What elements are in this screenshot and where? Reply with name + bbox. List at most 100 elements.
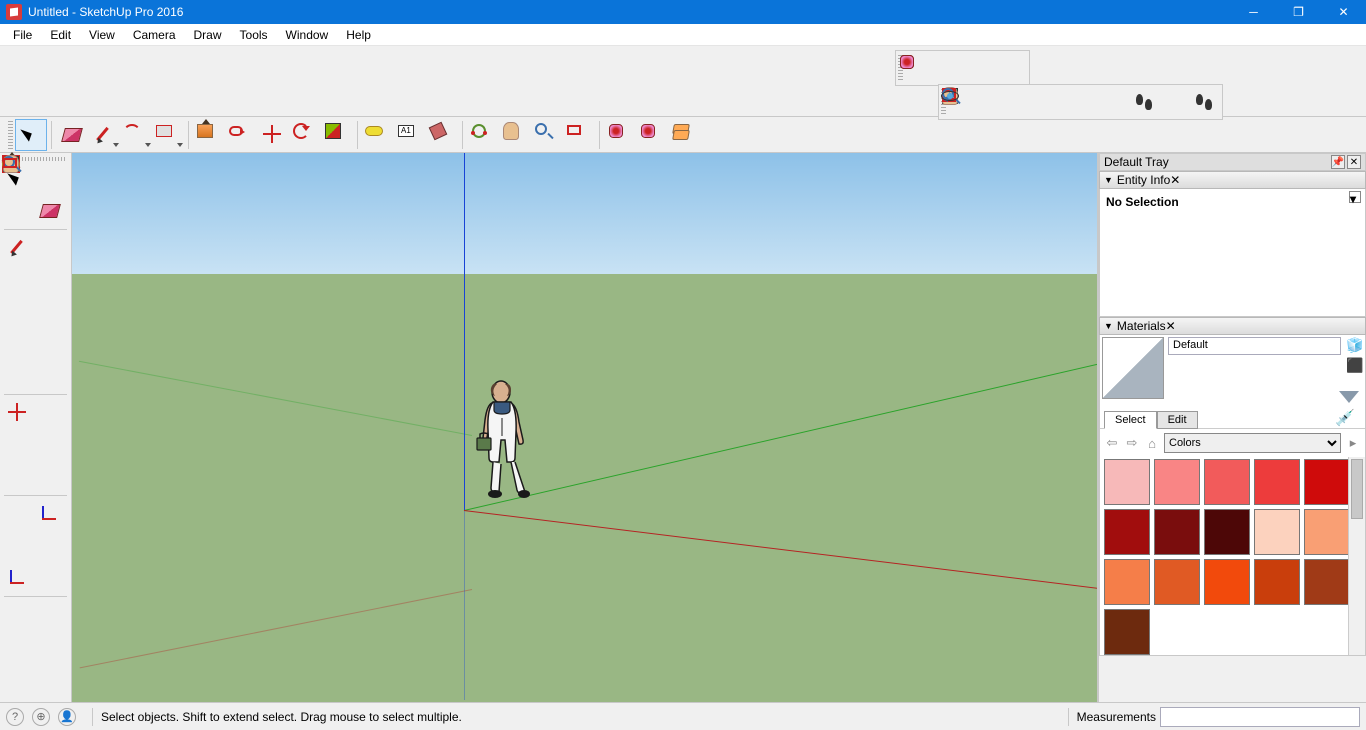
position-camera-icon[interactable] bbox=[1130, 87, 1160, 117]
line-tool[interactable] bbox=[88, 119, 120, 151]
color-swatch[interactable] bbox=[1304, 559, 1350, 605]
set-default-icon[interactable]: ⬛ bbox=[1346, 357, 1362, 373]
orbit-tool[interactable] bbox=[2, 599, 34, 631]
scale-tool[interactable] bbox=[321, 119, 353, 151]
rotate-tool[interactable] bbox=[289, 119, 321, 151]
home-icon[interactable]: ⌂ bbox=[1144, 436, 1160, 451]
followme-tool[interactable] bbox=[34, 429, 66, 461]
previous-view-icon[interactable] bbox=[1100, 87, 1130, 117]
pan-tool[interactable] bbox=[34, 599, 66, 631]
menu-edit[interactable]: Edit bbox=[41, 25, 80, 45]
color-swatch[interactable] bbox=[1204, 459, 1250, 505]
orbit-tool[interactable] bbox=[467, 119, 499, 151]
warehouse-get-icon[interactable] bbox=[937, 53, 967, 83]
select-tool[interactable] bbox=[15, 119, 47, 151]
pushpull-tool[interactable] bbox=[193, 119, 225, 151]
followme-tool[interactable] bbox=[225, 119, 257, 151]
tape-tool[interactable] bbox=[2, 498, 34, 530]
layers-tool[interactable] bbox=[668, 119, 700, 151]
rectangle-tool[interactable] bbox=[152, 119, 184, 151]
make-component[interactable] bbox=[34, 163, 66, 195]
color-swatch[interactable] bbox=[1204, 509, 1250, 555]
pushpull-tool[interactable] bbox=[34, 397, 66, 429]
tab-edit[interactable]: Edit bbox=[1157, 411, 1198, 429]
color-swatch[interactable] bbox=[1104, 509, 1150, 555]
zoom-extents-tool[interactable] bbox=[34, 631, 66, 663]
protractor-tool[interactable] bbox=[2, 530, 34, 562]
pan-icon[interactable] bbox=[980, 87, 1010, 117]
move-tool[interactable] bbox=[257, 119, 289, 151]
create-material-icon[interactable]: 🧊 bbox=[1346, 337, 1362, 353]
rotate-tool[interactable] bbox=[2, 429, 34, 461]
zoom-extents-icon[interactable] bbox=[1070, 87, 1100, 117]
pie-tool[interactable] bbox=[34, 360, 66, 392]
circle-tool[interactable] bbox=[2, 296, 34, 328]
arc-tool[interactable] bbox=[2, 328, 34, 360]
material-name-input[interactable]: Default bbox=[1168, 337, 1341, 355]
tab-select[interactable]: Select bbox=[1104, 411, 1157, 429]
paint-tool[interactable] bbox=[426, 119, 458, 151]
text-tool[interactable] bbox=[34, 530, 66, 562]
color-swatch[interactable] bbox=[1154, 459, 1200, 505]
tray-header[interactable]: Default Tray 📌 ✕ bbox=[1099, 153, 1366, 171]
entity-info-header[interactable]: ▼ Entity Info ✕ bbox=[1099, 171, 1366, 189]
help-icon[interactable]: ? bbox=[6, 708, 24, 726]
polygon-tool[interactable] bbox=[34, 296, 66, 328]
color-swatch[interactable] bbox=[1154, 509, 1200, 555]
offset-tool[interactable] bbox=[34, 461, 66, 493]
measurements-input[interactable] bbox=[1160, 707, 1360, 727]
color-swatch[interactable] bbox=[1104, 609, 1150, 655]
close-icon[interactable]: ✕ bbox=[1347, 155, 1361, 169]
walk-icon[interactable] bbox=[1190, 87, 1220, 117]
arc-tool[interactable] bbox=[120, 119, 152, 151]
close-icon[interactable]: ✕ bbox=[1170, 173, 1180, 187]
color-swatch[interactable] bbox=[1154, 559, 1200, 605]
pin-icon[interactable]: 📌 bbox=[1331, 155, 1345, 169]
zoom-window-icon[interactable] bbox=[1040, 87, 1070, 117]
warehouse-2[interactable] bbox=[636, 119, 668, 151]
maximize-button[interactable]: ❐ bbox=[1276, 0, 1321, 24]
menu-window[interactable]: Window bbox=[277, 25, 338, 45]
eraser-tool[interactable] bbox=[34, 195, 66, 227]
nav-back-icon[interactable]: ⇦ bbox=[1104, 435, 1120, 451]
warehouse-share-icon[interactable] bbox=[967, 53, 997, 83]
menu-draw[interactable]: Draw bbox=[185, 25, 231, 45]
warehouse-ext-icon[interactable] bbox=[997, 53, 1027, 83]
paint-bucket[interactable] bbox=[2, 195, 34, 227]
details-menu-icon[interactable]: ▸ bbox=[1345, 435, 1361, 451]
credit-icon[interactable]: 👤 bbox=[58, 708, 76, 726]
color-swatch[interactable] bbox=[1254, 459, 1300, 505]
close-button[interactable]: ✕ bbox=[1321, 0, 1366, 24]
pan-tool[interactable] bbox=[499, 119, 531, 151]
menu-file[interactable]: File bbox=[4, 25, 41, 45]
rotated-rect-tool[interactable] bbox=[34, 264, 66, 296]
collection-dropdown[interactable]: Colors bbox=[1164, 433, 1341, 453]
zoom-icon[interactable] bbox=[1010, 87, 1040, 117]
viewport[interactable] bbox=[72, 153, 1098, 702]
zoom-extents-tool[interactable] bbox=[563, 119, 595, 151]
material-dropdown-icon[interactable] bbox=[1339, 391, 1359, 403]
nav-fwd-icon[interactable]: ⇨ bbox=[1124, 435, 1140, 451]
rectangle-tool[interactable] bbox=[2, 264, 34, 296]
line-tool[interactable] bbox=[2, 232, 34, 264]
scale-figure[interactable] bbox=[467, 380, 537, 510]
scale-tool[interactable] bbox=[2, 461, 34, 493]
warehouse-1[interactable] bbox=[604, 119, 636, 151]
color-swatch[interactable] bbox=[1254, 559, 1300, 605]
color-swatch[interactable] bbox=[1104, 559, 1150, 605]
color-swatch[interactable] bbox=[1204, 559, 1250, 605]
eyedropper-icon[interactable]: 💉 bbox=[1333, 408, 1357, 428]
look-around-icon[interactable] bbox=[1160, 87, 1190, 117]
tape-tool[interactable] bbox=[362, 119, 394, 151]
detail-toggle-icon[interactable]: ▾ bbox=[1349, 191, 1361, 203]
minimize-button[interactable]: ─ bbox=[1231, 0, 1276, 24]
menu-camera[interactable]: Camera bbox=[124, 25, 185, 45]
close-icon[interactable]: ✕ bbox=[1166, 319, 1176, 333]
menu-help[interactable]: Help bbox=[337, 25, 380, 45]
dimension-tool[interactable] bbox=[34, 498, 66, 530]
geo-icon[interactable]: ⊕ bbox=[32, 708, 50, 726]
color-swatch[interactable] bbox=[1304, 509, 1350, 555]
menu-tools[interactable]: Tools bbox=[231, 25, 277, 45]
materials-header[interactable]: ▼ Materials ✕ bbox=[1099, 317, 1366, 335]
scrollbar-thumb[interactable] bbox=[1351, 459, 1363, 519]
